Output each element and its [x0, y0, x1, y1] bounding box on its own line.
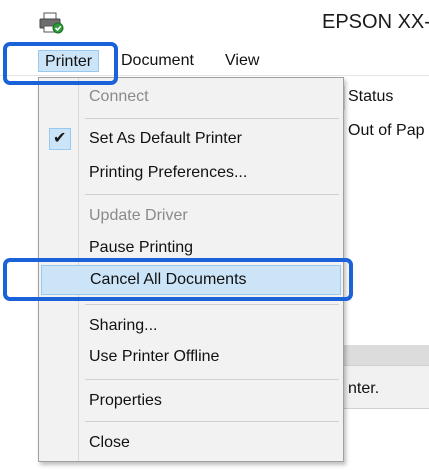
column-header-status[interactable]: Status	[348, 88, 393, 106]
menu-item-sharing[interactable]: Sharing...	[39, 311, 343, 341]
printer-status-cell: Out of Pap	[348, 122, 425, 139]
menu-item-label: Properties	[89, 392, 162, 409]
menu-item-properties[interactable]: Properties	[39, 386, 343, 416]
menu-printer[interactable]: Printer	[38, 50, 100, 72]
menu-separator	[85, 421, 339, 422]
title-bar: EPSON XX-	[0, 0, 429, 46]
printer-icon	[38, 12, 64, 34]
checkmark-icon: ✔	[49, 128, 71, 150]
status-bar-text: nter.	[348, 380, 380, 397]
menu-item-label: Set As Default Printer	[89, 130, 242, 147]
menu-item-update-driver: Update Driver	[39, 201, 343, 231]
menu-document[interactable]: Document	[115, 50, 200, 72]
menu-item-label: Printing Preferences...	[89, 164, 248, 181]
menu-item-label: Cancel All Documents	[90, 271, 247, 288]
menu-item-label: Sharing...	[89, 317, 158, 334]
menu-item-cancel-all-documents[interactable]: Cancel All Documents	[41, 265, 341, 295]
menu-item-set-default-printer[interactable]: ✔ Set As Default Printer	[39, 124, 343, 154]
menu-item-use-printer-offline[interactable]: Use Printer Offline	[39, 342, 343, 372]
menu-separator	[85, 304, 339, 305]
menu-view[interactable]: View	[219, 50, 265, 72]
menu-separator	[85, 118, 339, 119]
menu-item-label: Pause Printing	[89, 239, 194, 256]
printer-menu-dropdown: Connect ✔ Set As Default Printer Printin…	[38, 77, 344, 462]
menu-item-close[interactable]: Close	[39, 428, 343, 458]
menu-item-label: Close	[89, 434, 130, 451]
menu-separator	[85, 379, 339, 380]
menu-item-label: Use Printer Offline	[89, 348, 220, 365]
window-title: EPSON XX-	[322, 11, 429, 33]
menu-item-printing-preferences[interactable]: Printing Preferences...	[39, 158, 343, 188]
menu-item-pause-printing[interactable]: Pause Printing	[39, 233, 343, 263]
menu-separator	[85, 194, 339, 195]
horizontal-scrollbar[interactable]	[340, 345, 429, 365]
menu-item-label: Update Driver	[89, 207, 188, 224]
printer-window: EPSON XX- Printer Document View Status O…	[0, 0, 429, 470]
menu-item-connect: Connect	[39, 82, 343, 112]
menu-bar: Printer Document View	[0, 46, 429, 76]
menu-item-label: Connect	[89, 88, 149, 105]
